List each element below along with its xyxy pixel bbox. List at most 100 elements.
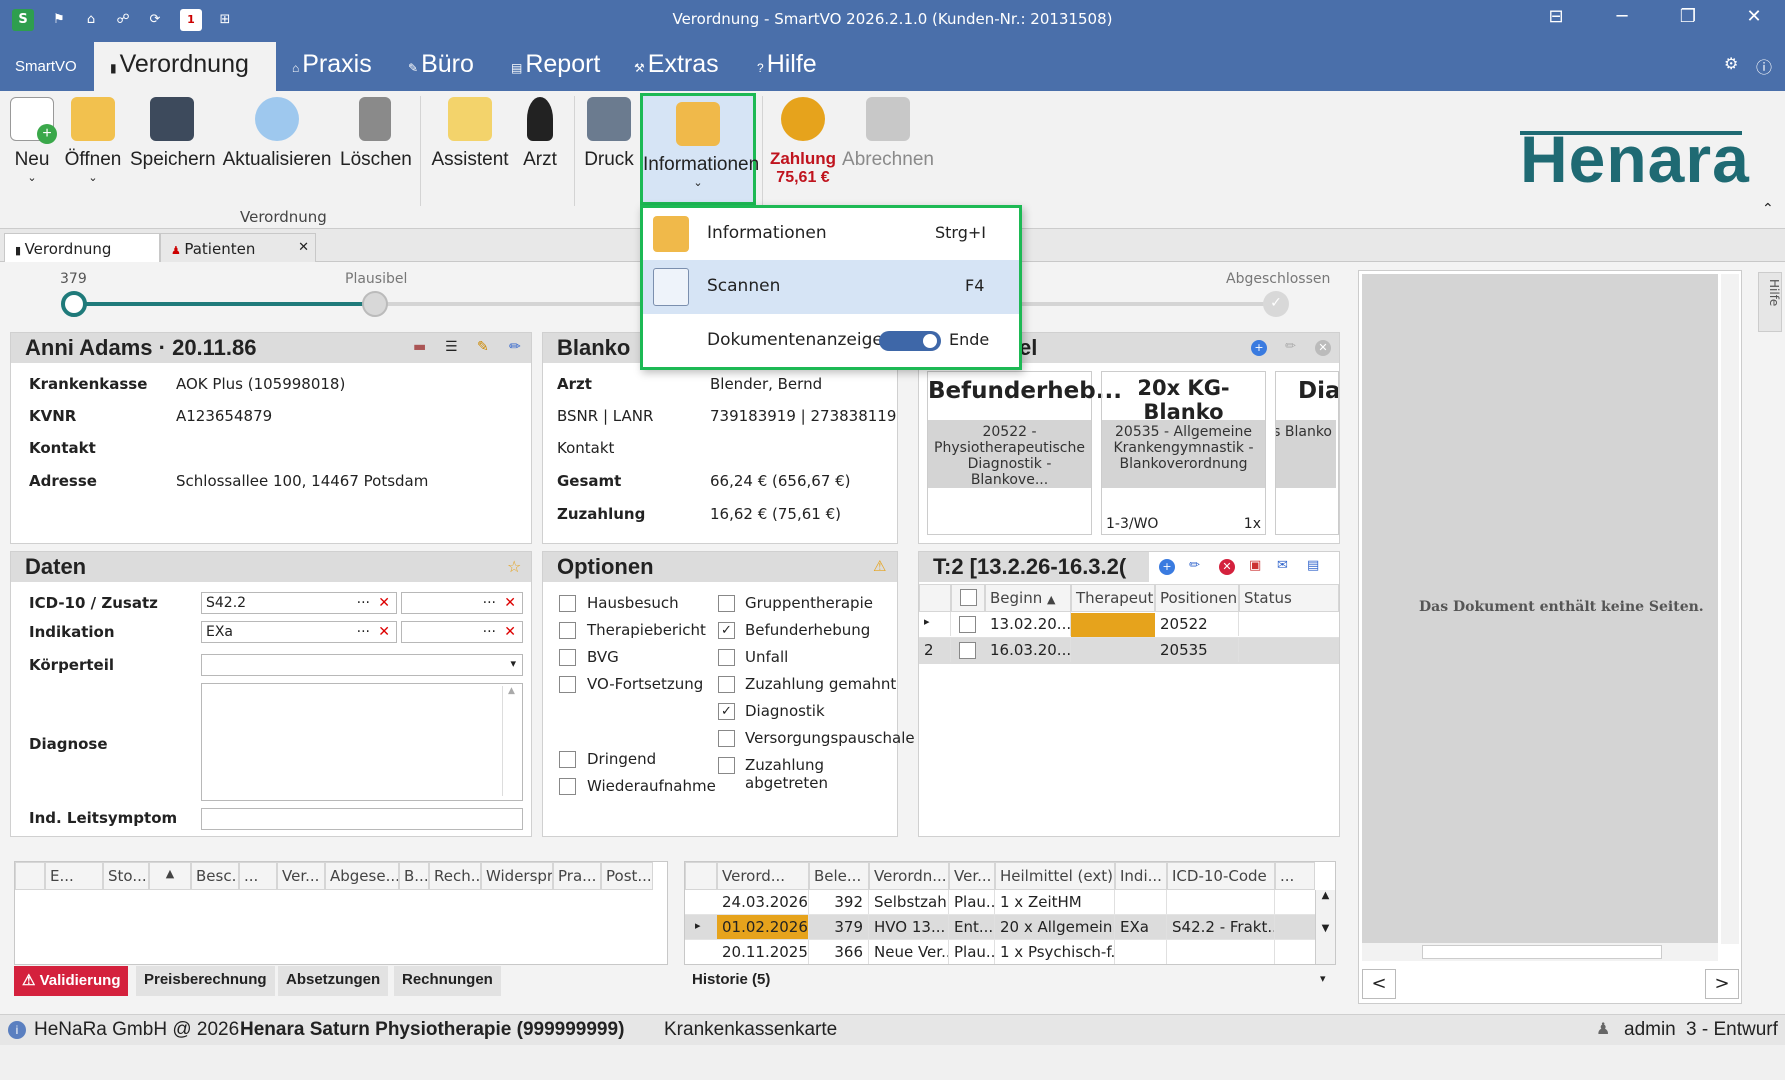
option-checkbox[interactable] [559,676,576,693]
column-header[interactable]: Pra... [553,862,601,890]
status-card[interactable]: Krankenkassenkarte [664,1019,837,1041]
doctor-button[interactable]: Arzt [518,97,562,171]
option-checkbox[interactable] [718,595,735,612]
edit-icon[interactable]: ✏ [1189,558,1200,573]
column-header[interactable]: Ver... [277,862,325,890]
option-checkbox[interactable] [718,757,735,774]
column-header[interactable]: Status [1239,584,1339,612]
doctab-patienten[interactable]: ♟ Patienten ✕ [160,233,316,262]
menu-tab-report[interactable]: ▤ Report [511,50,600,79]
column-header[interactable]: Heilmittel (ext) [995,862,1115,890]
column-header[interactable]: B... [399,862,429,890]
option-checkbox[interactable] [718,649,735,666]
tab-validierung[interactable]: ⚠ Validierung [14,966,129,996]
more-button[interactable]: ··· [357,595,370,611]
column-header[interactable]: Positionen [1155,584,1239,612]
more-button[interactable]: ··· [483,624,496,640]
horizontal-scrollbar[interactable] [1362,943,1718,961]
menu-tab-buero[interactable]: ✎ Büro [408,50,474,79]
list-icon[interactable]: ▤ [1307,558,1319,573]
heilmittel-card[interactable]: 20x KG-Blanko 20535 - Allgemeine Kranken… [1101,371,1266,535]
option-checkbox[interactable]: ✓ [718,622,735,639]
heilmittel-card[interactable]: Diag 2 Bedarfs Blanko [1275,371,1339,535]
notes-icon[interactable]: ✎ [477,339,489,355]
icd-input[interactable]: S42.2 ··· ✕ [201,592,397,614]
option-checkbox[interactable] [559,595,576,612]
column-header[interactable]: Rech... [429,862,481,890]
clear-button[interactable]: ✕ [378,624,390,640]
column-header[interactable]: ... [1275,862,1315,890]
dropdown-item-dokumentenanzeige[interactable]: Dokumentenanzeige Ende [643,314,1019,368]
scrollbar-thumb[interactable] [1422,945,1662,959]
collapse-ribbon-icon[interactable]: ⌃ [1762,201,1774,217]
clear-button[interactable]: ✕ [504,595,516,611]
column-header[interactable]: Besc... [191,862,239,890]
card-icon[interactable]: ▬ [413,339,426,355]
row-expander-icon[interactable]: ▸ [919,612,951,636]
list-icon[interactable]: ☰ [445,339,458,355]
scrollbar[interactable]: ▲ [502,686,520,796]
option-checkbox[interactable] [718,676,735,693]
table-row[interactable]: ▸ 13.02.20... 20522 [919,612,1339,638]
option-checkbox[interactable] [559,778,576,795]
column-header[interactable]: Indi... [1115,862,1167,890]
calendar-icon[interactable]: ▣ [1249,558,1261,573]
more-button[interactable]: ··· [357,624,370,640]
hilfe-side-tab[interactable]: Hilfe [1758,272,1782,332]
delete-icon[interactable]: ✕ [1219,559,1235,575]
column-header[interactable]: Post... [601,862,653,890]
print-button[interactable]: Druck [582,97,636,171]
tab-rechnungen[interactable]: Rechnungen [394,966,501,996]
more-button[interactable]: ··· [483,595,496,611]
next-page-button[interactable]: > [1705,969,1739,999]
column-header[interactable]: Verord... [717,862,809,890]
column-header[interactable]: E... [45,862,103,890]
dropdown-item-informationen[interactable]: Informationen Strg+I [643,208,1019,260]
open-button[interactable]: Öffnen ⌄ [64,97,122,184]
tab-absetzungen[interactable]: Absetzungen [278,966,389,996]
settings-icon[interactable]: ⚙ [1724,54,1738,74]
assistant-button[interactable]: Assistent [430,97,510,171]
row-checkbox[interactable] [959,642,976,659]
table-row[interactable]: ▸ 01.02.2026 379 HVO 13... Ent... 20 x Allgem… [685,915,1315,940]
doctab-verordnung[interactable]: ▮ Verordnung [4,233,160,262]
delete-button[interactable]: Löschen [340,97,412,171]
sort-asc-icon[interactable]: ▲ [149,862,191,890]
koerperteil-select[interactable]: ▾ [201,654,523,676]
column-header[interactable]: Widerspr... [481,862,553,890]
vertical-scrollbar[interactable] [1721,274,1739,944]
row-checkbox[interactable] [959,616,976,633]
indikation-zusatz-input[interactable]: ··· ✕ [401,621,523,643]
edit-icon[interactable]: ✏ [1285,339,1296,354]
column-header[interactable]: Ver... [949,862,995,890]
add-icon[interactable]: + [1251,340,1267,356]
clear-button[interactable]: ✕ [504,624,516,640]
option-checkbox[interactable] [559,649,576,666]
menu-tab-hilfe[interactable]: ? Hilfe [757,50,817,79]
close-tab-icon[interactable]: ✕ [298,240,309,255]
informationen-button[interactable]: Informationen ⌄ [640,93,759,205]
diagnose-textarea[interactable]: ▲ [201,683,523,801]
tab-historie[interactable]: Historie (5) [684,966,778,996]
select-all-checkbox[interactable] [960,589,977,606]
column-header[interactable]: Abgese... [325,862,399,890]
option-checkbox[interactable] [718,730,735,747]
remove-icon[interactable]: ✕ [1315,340,1331,356]
add-icon[interactable]: + [1159,559,1175,575]
menu-tab-extras[interactable]: ⚒ Extras [634,50,719,79]
tab-preisberechnung[interactable]: Preisberechnung [136,966,275,996]
column-header[interactable]: ... [239,862,277,890]
mail-icon[interactable]: ✉ [1277,558,1288,573]
clear-button[interactable]: ✕ [378,595,390,611]
restore-button[interactable]: ❐ [1668,6,1708,27]
column-header[interactable]: ICD-10-Code [1167,862,1275,890]
minimize-button[interactable]: ─ [1602,6,1642,27]
option-checkbox[interactable] [559,751,576,768]
column-header[interactable]: Bele... [809,862,869,890]
save-button[interactable]: Speichern [130,97,216,171]
option-checkbox[interactable]: ✓ [718,703,735,720]
column-header-select[interactable] [951,584,985,612]
star-icon[interactable]: ☆ [507,557,521,576]
column-header[interactable]: Sto... [103,862,149,890]
prev-page-button[interactable]: < [1362,969,1396,999]
